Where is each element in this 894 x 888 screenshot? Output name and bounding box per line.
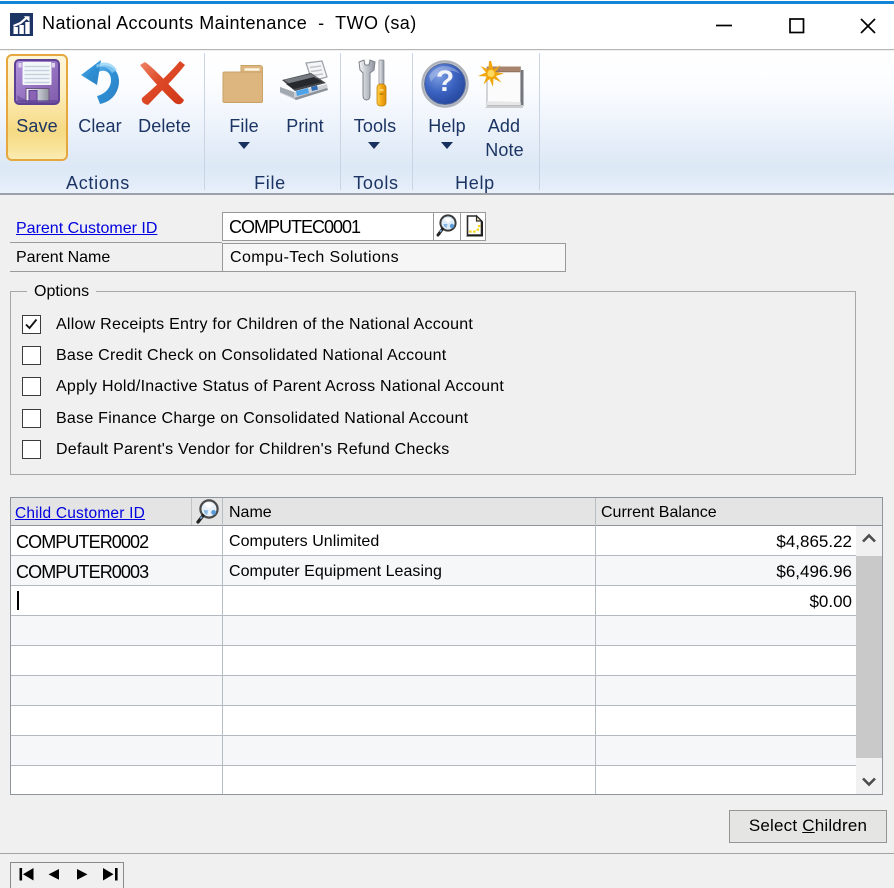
svg-text:?: ?: [436, 65, 454, 98]
